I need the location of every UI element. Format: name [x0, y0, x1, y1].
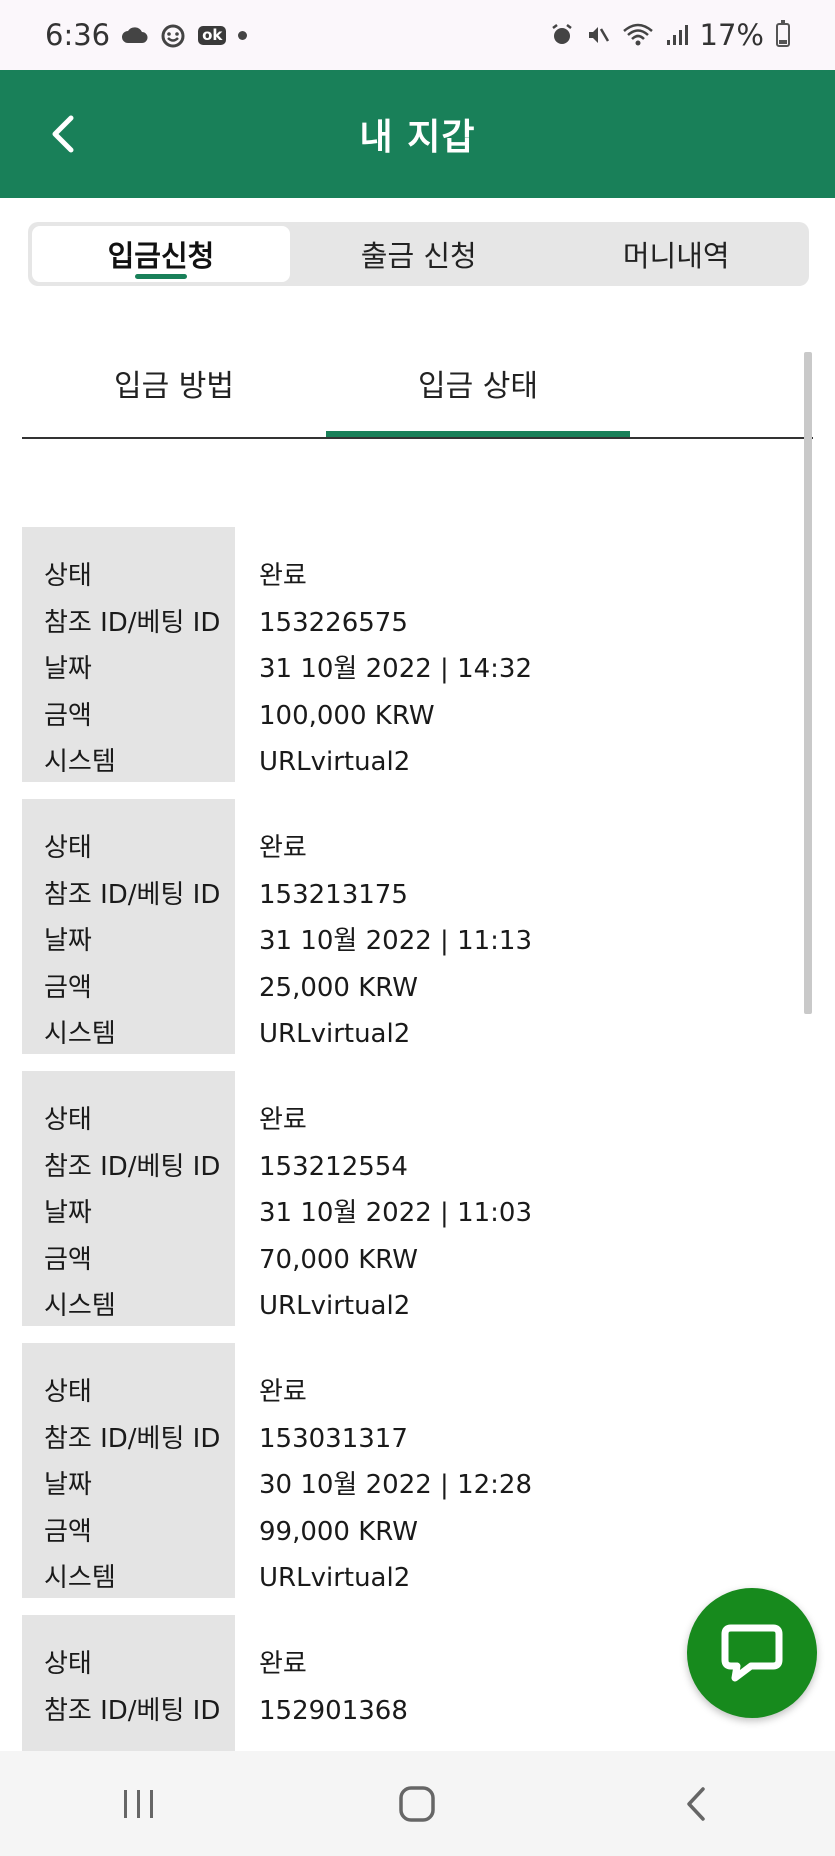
wifi-icon — [622, 23, 654, 47]
home-icon — [399, 1785, 436, 1822]
label-system: 시스템 — [44, 1019, 116, 1049]
nav-back-button[interactable] — [636, 1764, 756, 1844]
label-status: 상태 — [44, 1649, 92, 1679]
value-status: 완료 — [259, 1377, 307, 1407]
deposit-records-list: 상태 참조 ID/베팅 ID 날짜 금액 시스템 완료 153226575 31… — [22, 527, 782, 1832]
label-ref-id: 참조 ID/베팅 ID — [44, 1423, 221, 1454]
value-ref-id: 153212554 — [259, 1151, 408, 1182]
label-ref-id: 참조 ID/베팅 ID — [44, 607, 221, 638]
value-system: URLvirtual2 — [259, 1563, 411, 1593]
smiley-app-icon — [160, 22, 186, 48]
chevron-left-icon — [52, 115, 74, 153]
value-date: 31 10월 2022 | 14:32 — [259, 654, 533, 684]
value-amount: 25,000 KRW — [259, 972, 419, 1003]
app-header: 내 지갑 — [0, 70, 835, 198]
value-amount: 99,000 KRW — [259, 1516, 419, 1547]
subtab-label: 입금 상태 — [418, 368, 538, 404]
subtab-deposit-method[interactable]: 입금 방법 — [22, 340, 326, 437]
label-ref-id: 참조 ID/베팅 ID — [44, 1151, 221, 1182]
record-values: 완료 153031317 30 10월 2022 | 12:28 99,000 … — [235, 1343, 782, 1598]
value-system: URLvirtual2 — [259, 1019, 411, 1049]
deposit-record: 상태 참조 ID/베팅 ID 날짜 금액 시스템 완료 153226575 31… — [22, 527, 782, 782]
record-labels: 상태 참조 ID/베팅 ID 날짜 금액 시스템 — [22, 527, 235, 782]
label-date: 날짜 — [44, 654, 92, 684]
mute-icon — [586, 23, 610, 47]
scrollbar[interactable] — [804, 352, 812, 1014]
tab-withdraw-request[interactable]: 출금 신청 — [290, 226, 548, 282]
label-status: 상태 — [44, 1377, 92, 1407]
subtab-label: 입금 방법 — [114, 368, 234, 404]
tab-deposit-request[interactable]: 입금신청 — [32, 226, 290, 282]
tab-money-history[interactable]: 머니내역 — [548, 226, 806, 282]
status-time: 6:36 — [45, 18, 111, 52]
alarm-icon — [550, 23, 574, 47]
label-system: 시스템 — [44, 1291, 116, 1321]
record-labels: 상태 참조 ID/베팅 ID 날짜 금액 시스템 — [22, 1071, 235, 1326]
battery-icon — [776, 20, 790, 47]
chat-bubble-icon — [721, 1624, 783, 1682]
value-amount: 70,000 KRW — [259, 1244, 419, 1275]
value-status: 완료 — [259, 1105, 307, 1135]
label-status: 상태 — [44, 1105, 92, 1135]
battery-percent: 17% — [699, 18, 764, 52]
deposit-record: 상태 참조 ID/베팅 ID 날짜 금액 시스템 완료 153213175 31… — [22, 799, 782, 1054]
back-button[interactable] — [40, 104, 84, 164]
tab-label: 입금신청 — [107, 239, 215, 273]
value-ref-id: 153226575 — [259, 607, 408, 638]
label-system: 시스템 — [44, 747, 116, 777]
page-title: 내 지갑 — [359, 117, 476, 158]
label-system: 시스템 — [44, 1563, 116, 1593]
recent-apps-button[interactable] — [79, 1764, 199, 1844]
value-date: 30 10월 2022 | 12:28 — [259, 1470, 533, 1500]
label-status: 상태 — [44, 561, 92, 591]
system-nav-bar — [0, 1751, 835, 1856]
status-right: 17% — [550, 18, 790, 52]
subtab-deposit-status[interactable]: 입금 상태 — [326, 340, 630, 437]
label-date: 날짜 — [44, 926, 92, 956]
status-bar: 6:36 ok 17% — [0, 0, 835, 70]
deposit-record: 상태 참조 ID/베팅 ID 날짜 금액 시스템 완료 153212554 31… — [22, 1071, 782, 1326]
label-amount: 금액 — [44, 700, 92, 731]
nav-back-icon — [687, 1786, 705, 1821]
active-indicator — [135, 274, 187, 279]
label-amount: 금액 — [44, 972, 92, 1003]
value-date: 31 10월 2022 | 11:03 — [259, 1198, 533, 1228]
label-amount: 금액 — [44, 1516, 92, 1547]
tab-label: 출금 신청 — [360, 239, 477, 273]
live-chat-button[interactable] — [687, 1588, 817, 1718]
label-status: 상태 — [44, 833, 92, 863]
wallet-segment-tabs: 입금신청 출금 신청 머니내역 — [28, 222, 809, 286]
value-amount: 100,000 KRW — [259, 700, 435, 731]
record-values: 완료 153226575 31 10월 2022 | 14:32 100,000… — [235, 527, 782, 782]
value-status: 완료 — [259, 833, 307, 863]
value-system: URLvirtual2 — [259, 747, 411, 777]
value-ref-id: 153031317 — [259, 1423, 408, 1454]
recent-apps-icon — [124, 1789, 154, 1818]
deposit-subtabs: 입금 방법 입금 상태 — [22, 340, 813, 439]
status-left: 6:36 ok — [45, 18, 248, 52]
record-labels: 상태 참조 ID/베팅 ID 날짜 금액 시스템 — [22, 1343, 235, 1598]
label-date: 날짜 — [44, 1198, 92, 1228]
signal-icon — [666, 24, 688, 46]
tab-label: 머니내역 — [622, 239, 730, 273]
value-ref-id: 153213175 — [259, 879, 408, 910]
label-amount: 금액 — [44, 1244, 92, 1275]
value-status: 완료 — [259, 561, 307, 591]
record-values: 완료 153213175 31 10월 2022 | 11:13 25,000 … — [235, 799, 782, 1054]
notification-dot-icon — [238, 30, 248, 40]
value-date: 31 10월 2022 | 11:13 — [259, 926, 533, 956]
deposit-record: 상태 참조 ID/베팅 ID 날짜 금액 시스템 완료 153031317 30… — [22, 1343, 782, 1598]
value-system: URLvirtual2 — [259, 1291, 411, 1321]
label-date: 날짜 — [44, 1470, 92, 1500]
cloud-icon — [122, 26, 148, 44]
ok-cashbag-icon: ok — [198, 25, 227, 45]
label-ref-id: 참조 ID/베팅 ID — [44, 879, 221, 910]
record-labels: 상태 참조 ID/베팅 ID 날짜 금액 시스템 — [22, 799, 235, 1054]
home-button[interactable] — [357, 1764, 477, 1844]
label-ref-id: 참조 ID/베팅 ID — [44, 1695, 221, 1726]
record-values: 완료 153212554 31 10월 2022 | 11:03 70,000 … — [235, 1071, 782, 1326]
